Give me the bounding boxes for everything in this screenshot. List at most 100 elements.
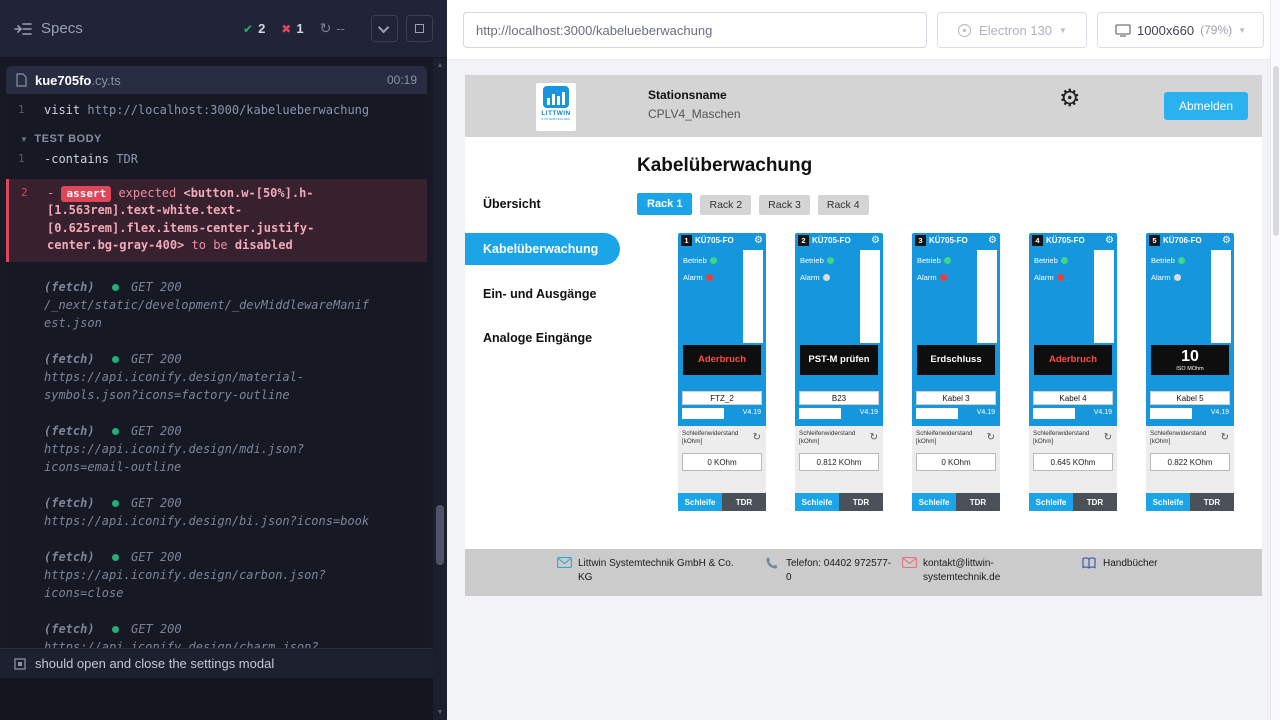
fetch-log-row[interactable]: (fetch) GET 200 https://api.iconify.desi… (6, 618, 427, 648)
schleife-button[interactable]: Schleife (1029, 493, 1073, 511)
nav-item-uebersicht[interactable]: Übersicht (465, 197, 620, 211)
gear-icon[interactable]: ⚙ (871, 236, 880, 246)
footer-manuals-link[interactable]: Handbücher (1103, 557, 1157, 571)
betrieb-label: Betrieb (683, 256, 707, 265)
alarm-label: Alarm (800, 273, 820, 282)
passed-stat: ✔ 2 (243, 21, 265, 36)
tdr-button[interactable]: TDR (722, 493, 766, 511)
specs-menu-button[interactable]: Specs (14, 20, 83, 37)
spec-header[interactable]: kue705fo .cy.ts 00:19 (6, 66, 427, 94)
browser-name: Electron 130 (979, 23, 1052, 38)
fetch-log-row[interactable]: (fetch) GET 200 https://api.iconify.desi… (6, 420, 427, 478)
test-body-section-toggle[interactable]: ▼ TEST BODY (6, 133, 427, 145)
fetch-log-row[interactable]: (fetch) GET 200 https://api.iconify.desi… (6, 492, 427, 532)
viewport-selector[interactable]: 1000x660 (79%) ▼ (1097, 12, 1264, 48)
refresh-icon[interactable]: ↻ (1104, 432, 1112, 443)
chevron-down-icon: ▼ (1059, 26, 1067, 35)
nav-item-analoge-eingaenge[interactable]: Analoge Eingänge (465, 331, 620, 345)
schleife-button[interactable]: Schleife (912, 493, 956, 511)
gear-icon[interactable]: ⚙ (754, 236, 763, 246)
tdr-button[interactable]: TDR (956, 493, 1000, 511)
fetch-log-row[interactable]: (fetch) GET 200 https://api.iconify.desi… (6, 546, 427, 604)
spec-name: kue705fo (35, 73, 91, 88)
fetch-label: (fetch) (44, 424, 95, 438)
device-card-4: 4 KÜ705-FO ⚙ Betrieb Alarm Aderbruch (1029, 233, 1117, 511)
betrieb-led (827, 257, 834, 264)
fetch-log-row[interactable]: (fetch) GET 200 /_next/static/developmen… (6, 276, 427, 334)
scrollbar-thumb[interactable] (436, 505, 444, 565)
status-text: PST-M prüfen (808, 355, 869, 365)
schleife-button[interactable]: Schleife (1146, 493, 1190, 511)
logout-button[interactable]: Abmelden (1164, 92, 1248, 120)
request-method-status: GET 200 (131, 424, 182, 438)
resistance-value: 0.812 KOhm (799, 453, 879, 471)
firmware-version: V4.19 (860, 409, 878, 416)
request-url: /_next/static/development/_devMiddleware… (44, 296, 372, 332)
tdr-button[interactable]: TDR (1190, 493, 1234, 511)
fetch-label: (fetch) (44, 496, 95, 510)
schleife-button[interactable]: Schleife (795, 493, 839, 511)
gear-icon[interactable]: ⚙ (1105, 236, 1114, 246)
command-name: visit (44, 103, 80, 117)
request-url: https://api.iconify.design/mdi.json?icon… (44, 440, 372, 476)
refresh-icon[interactable]: ↻ (1221, 432, 1229, 443)
collapsed-test-row[interactable]: should open and close the settings modal (0, 648, 433, 678)
scroll-down-arrow[interactable]: ▼ (433, 709, 447, 716)
fetch-log-row[interactable]: (fetch) GET 200 https://api.iconify.desi… (6, 348, 427, 406)
scrollbar-thumb[interactable] (1273, 66, 1279, 236)
assert-command-row[interactable]: 2 - assert expected <button.w-[50%].h-[1… (6, 179, 427, 263)
scroll-up-arrow[interactable]: ▲ (433, 62, 447, 69)
collapse-panel-button[interactable] (371, 15, 398, 42)
reporter-scrollbar: ▲ ▼ (433, 58, 447, 720)
alarm-label: Alarm (683, 273, 703, 282)
version-field (916, 408, 958, 419)
tab-rack-2[interactable]: Rack 2 (700, 195, 751, 215)
assert-text: to be (192, 238, 228, 252)
alarm-label: Alarm (1034, 273, 1054, 282)
aut-pane: Electron 130 ▼ 1000x660 (79%) ▼ (447, 0, 1280, 720)
firmware-version: V4.19 (743, 409, 761, 416)
visit-command-row[interactable]: 1 visit http://localhost:3000/kabelueber… (6, 100, 427, 121)
footer-email: kontakt@littwin-systemtechnik.de (902, 557, 1037, 584)
refresh-icon[interactable]: ↻ (870, 432, 878, 443)
refresh-icon[interactable]: ↻ (753, 432, 761, 443)
viewport-icon (1115, 24, 1131, 37)
browser-selector[interactable]: Electron 130 ▼ (937, 12, 1087, 48)
card-model: KÜ705-FO (1046, 236, 1102, 245)
version-field (1033, 408, 1075, 419)
nav-item-kabelueberwachung[interactable]: Kabelüberwachung (465, 233, 620, 265)
tdr-button[interactable]: TDR (1073, 493, 1117, 511)
stop-tests-button[interactable] (406, 15, 433, 42)
footer-phone-text[interactable]: Telefon: 04402 972577-0 (786, 557, 896, 584)
assert-badge: assert (61, 186, 111, 202)
status-text: Aderbruch (698, 355, 746, 365)
gear-icon[interactable]: ⚙ (1222, 236, 1231, 246)
book-icon (1082, 557, 1097, 569)
phone-icon (765, 557, 780, 570)
failed-stat: ✖ 1 (281, 21, 303, 36)
status-box: 10 ISO MOhm (1151, 345, 1229, 375)
gear-icon[interactable]: ⚙ (988, 236, 997, 246)
card-model: KÜ705-FO (812, 236, 868, 245)
settings-gear-icon[interactable]: ⚙ (1059, 87, 1081, 111)
viewport-scale: (79%) (1200, 23, 1232, 37)
alarm-led (823, 274, 830, 281)
fetch-label: (fetch) (44, 550, 95, 564)
schleife-button[interactable]: Schleife (678, 493, 722, 511)
alarm-led (1057, 274, 1064, 281)
tab-rack-1[interactable]: Rack 1 (637, 193, 692, 215)
cable-name: Kabel 5 (1150, 391, 1230, 405)
refresh-icon[interactable]: ↻ (987, 432, 995, 443)
tab-rack-4[interactable]: Rack 4 (818, 195, 869, 215)
tab-rack-3[interactable]: Rack 3 (759, 195, 810, 215)
test-block-icon (14, 658, 26, 670)
resistance-panel: Schleifenwiderstand [kOhm] ↻ 0.645 KOhm (1029, 426, 1117, 493)
nav-item-ein-ausgaenge[interactable]: Ein- und Ausgänge (465, 287, 620, 301)
contains-command-row[interactable]: 1 -contains TDR (6, 149, 427, 170)
footer-email-text[interactable]: kontakt@littwin-systemtechnik.de (923, 557, 1028, 584)
status-text: 10 (1181, 348, 1199, 366)
logo-building-icon (543, 86, 569, 108)
card-indicators: Betrieb Alarm (1029, 248, 1117, 345)
tdr-button[interactable]: TDR (839, 493, 883, 511)
url-input[interactable] (463, 12, 927, 48)
